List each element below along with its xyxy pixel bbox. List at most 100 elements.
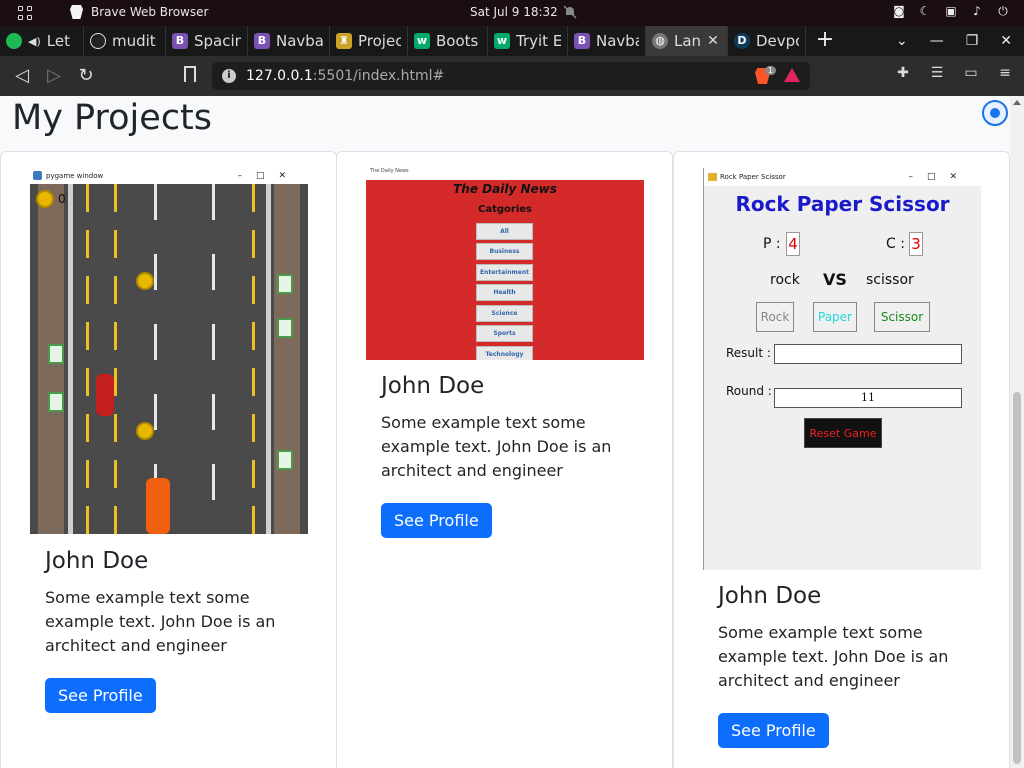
card-text: Some example text some example text. Joh…: [45, 588, 276, 655]
tab-8-active[interactable]: ◍ Lan ✕: [646, 26, 728, 56]
app-grid-icon[interactable]: [18, 6, 32, 20]
bootstrap-icon: B: [172, 33, 188, 49]
tab-label: Lan: [674, 32, 702, 50]
red-car-icon: [96, 374, 114, 416]
clock[interactable]: Sat Jul 9 18:32: [470, 5, 558, 19]
project-card-1: pygame window –□✕ 0 John Doe Some exampl…: [0, 151, 337, 768]
news-category-button: Health: [476, 284, 533, 301]
tab-label: Projec: [358, 32, 401, 50]
news-window-titlebar: The Daily News: [366, 168, 644, 180]
power-icon[interactable]: ⏻: [996, 4, 1010, 18]
tab-2[interactable]: B Spacin: [166, 26, 248, 56]
close-window-icon[interactable]: ✕: [1000, 33, 1012, 49]
game-window-title: pygame window: [46, 172, 104, 180]
w3schools-icon: w: [494, 33, 510, 49]
result-label: Result :: [726, 346, 771, 360]
window-controls-icon: –□✕: [237, 171, 300, 181]
tab-1[interactable]: mudit: [84, 26, 166, 56]
audio-icon[interactable]: ◀): [28, 35, 41, 48]
guardrail-right: [266, 184, 271, 534]
brave-rewards-icon[interactable]: [784, 68, 800, 82]
rps-app-icon: [708, 173, 717, 181]
scissor-button: Scissor: [874, 302, 930, 332]
back-icon[interactable]: ◁: [6, 60, 38, 92]
clipboard-icon[interactable]: ▣: [944, 4, 958, 18]
os-top-bar: Brave Web Browser Sat Jul 9 18:32 ◙ ☾ ▣ …: [0, 0, 1024, 26]
address-bar[interactable]: i 127.0.0.1:5501/index.html# 1: [212, 62, 810, 90]
news-category-button: All: [476, 223, 533, 240]
see-profile-button[interactable]: See Profile: [45, 678, 156, 713]
computer-choice: scissor: [866, 272, 914, 288]
see-profile-button[interactable]: See Profile: [381, 503, 492, 538]
project-card-2: The Daily News The Daily News Catgories …: [336, 151, 673, 768]
page-scrollbar[interactable]: [1010, 96, 1024, 768]
bootstrap-icon: B: [574, 33, 590, 49]
guardrail-left: [68, 184, 73, 534]
extensions-icon[interactable]: ✚: [894, 64, 912, 82]
tab-5[interactable]: w Boots: [408, 26, 488, 56]
road-sign-icon: [48, 344, 64, 364]
scrollbar-thumb[interactable]: [1013, 392, 1021, 764]
url-rest: :5501/index.html#: [312, 68, 445, 84]
player-car-icon: [146, 478, 170, 534]
computer-score: 3: [909, 232, 923, 256]
devpost-icon: D: [734, 33, 750, 49]
tab-4[interactable]: ♜ Projec: [330, 26, 408, 56]
extension-floating-icon[interactable]: [982, 100, 1008, 126]
reload-icon[interactable]: ↻: [70, 60, 102, 92]
tab-strip: ◀) Let mudit B Spacin B Navba ♜ Projec w…: [0, 26, 1024, 56]
wallet-icon[interactable]: ▭: [962, 64, 980, 82]
road-sign-icon: [277, 274, 293, 294]
active-app[interactable]: Brave Web Browser: [70, 5, 208, 19]
player-score: 4: [786, 232, 800, 256]
close-tab-icon[interactable]: ✕: [707, 33, 719, 49]
volume-icon[interactable]: ♪: [970, 4, 984, 18]
tab-0[interactable]: ◀) Let: [0, 26, 84, 56]
tab-7[interactable]: B Navba: [568, 26, 646, 56]
card-text: Some example text some example text. Joh…: [718, 623, 949, 690]
result-field: [774, 344, 962, 364]
coin-icon: [136, 422, 154, 440]
url-text[interactable]: 127.0.0.1:5501/index.html#: [246, 68, 444, 84]
card-body: John Doe Some example text some example …: [718, 583, 978, 748]
news-category-button: Sports: [476, 325, 533, 342]
menu-icon[interactable]: ≡: [996, 64, 1014, 82]
bookmark-icon[interactable]: [184, 66, 196, 82]
restore-icon[interactable]: ❐: [966, 33, 979, 49]
see-profile-button[interactable]: See Profile: [718, 713, 829, 748]
new-tab-button[interactable]: +: [810, 26, 840, 56]
tab-3[interactable]: B Navba: [248, 26, 330, 56]
night-light-icon[interactable]: ☾: [918, 4, 932, 18]
pygame-icon: [33, 171, 42, 180]
news-category-button: Entertainment: [476, 264, 533, 281]
browser-toolbar: ◁ ▷ ↻ i 127.0.0.1:5501/index.html# 1 ✚ ☰…: [0, 56, 1024, 96]
paper-button: Paper: [813, 302, 857, 332]
news-category-button: Science: [476, 305, 533, 322]
scroll-up-icon[interactable]: [1013, 100, 1021, 105]
coin-icon: [136, 272, 154, 290]
site-info-icon[interactable]: i: [222, 69, 236, 83]
notifications-muted-icon: [563, 5, 577, 19]
tab-search-chevron-icon[interactable]: ⌄: [896, 33, 908, 49]
playlist-icon[interactable]: ☰: [928, 64, 946, 82]
coin-count: 0: [58, 192, 66, 206]
lane-line-yellow: [86, 184, 89, 534]
rps-window-title: Rock Paper Scissor: [720, 173, 786, 181]
spotify-icon: [6, 33, 22, 49]
minimize-icon[interactable]: —: [930, 33, 944, 49]
tab-label: Navba: [276, 32, 323, 50]
card-body: John Doe Some example text some example …: [381, 373, 641, 538]
app-title: Brave Web Browser: [91, 5, 209, 19]
forward-icon[interactable]: ▷: [38, 60, 70, 92]
github-icon: [90, 33, 106, 49]
roadside-right: [274, 184, 300, 534]
w3schools-icon: w: [414, 33, 430, 49]
round-label: Round :: [726, 384, 772, 398]
tab-9[interactable]: D Devpo: [728, 26, 806, 56]
lane-line-yellow: [252, 184, 255, 534]
rock-button: Rock: [756, 302, 794, 332]
tab-label: Let: [46, 32, 70, 50]
tab-6[interactable]: w Tryit E: [488, 26, 568, 56]
discord-icon[interactable]: ◙: [892, 4, 906, 18]
card-body: John Doe Some example text some example …: [45, 548, 305, 713]
